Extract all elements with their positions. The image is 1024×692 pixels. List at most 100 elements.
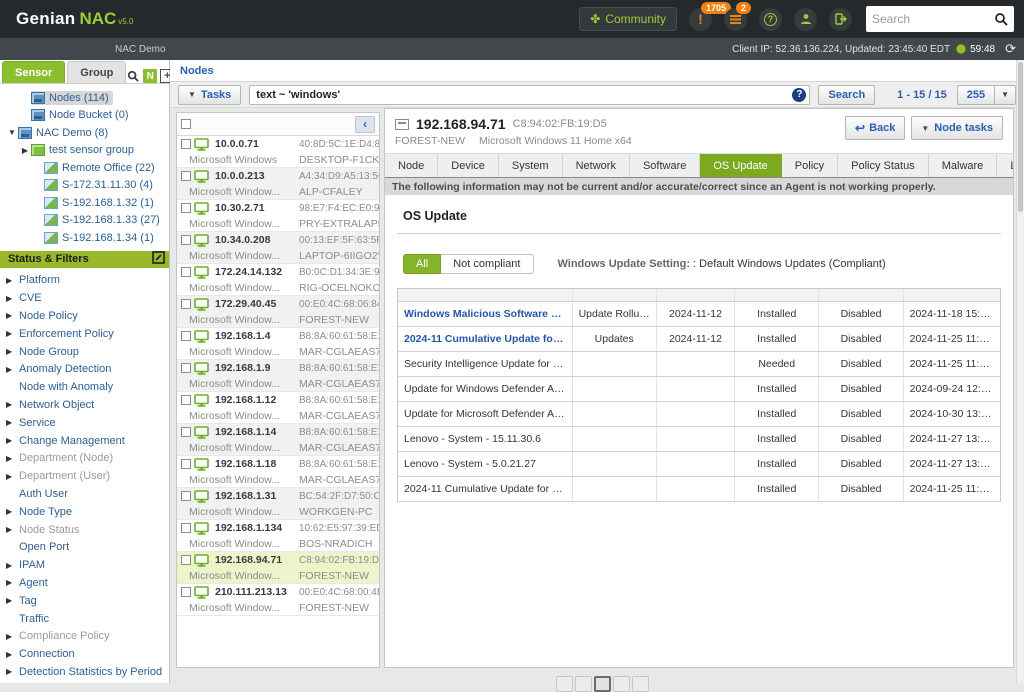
filter-item[interactable]: ▶ Auth User <box>0 485 169 503</box>
update-name[interactable]: 2024-11 Cumulative Update for Windows 1.… <box>398 477 573 501</box>
filter-item[interactable]: ▶ Node Type <box>0 503 169 521</box>
global-search-input[interactable] <box>872 12 994 26</box>
expand-icon[interactable]: ▶ <box>6 365 19 374</box>
table-column-header[interactable] <box>398 289 573 301</box>
detail-tab[interactable]: Node <box>385 154 438 177</box>
alerts-button[interactable]: ! 1705 <box>689 8 712 31</box>
table-column-header[interactable] <box>819 289 903 301</box>
pagination-last-button[interactable] <box>632 676 649 692</box>
filter-item[interactable]: ▶ Agent <box>0 574 169 592</box>
table-column-header[interactable] <box>904 289 1000 301</box>
row-checkbox[interactable] <box>181 235 191 245</box>
expand-icon[interactable]: ▶ <box>6 454 19 463</box>
help-button[interactable]: ? <box>759 8 782 31</box>
filter-item[interactable]: ▶ Open Port <box>0 538 169 556</box>
sensor-tree-item[interactable]: S-172.31.11.30 (4) <box>0 177 169 195</box>
filter-item[interactable]: ▶ Node with Anomaly <box>0 378 169 396</box>
table-row[interactable]: 2024-11 Cumulative Update for Windows 1.… <box>398 477 1000 502</box>
tasks-dropdown-button[interactable]: ▼ Tasks <box>178 85 241 105</box>
pagination-current-page[interactable] <box>594 676 611 692</box>
filter-item[interactable]: ▶ Node Policy <box>0 307 169 325</box>
expand-icon[interactable]: ▶ <box>6 294 19 303</box>
detail-tab[interactable]: OS Update <box>700 154 781 177</box>
filter-item[interactable]: ▶ Node Group <box>0 343 169 361</box>
expand-icon[interactable]: ▶ <box>6 578 19 587</box>
node-list-row[interactable]: 10.0.0.71 40:8D:5C:1E:D4:84 Microsoft Wi… <box>177 136 379 168</box>
detail-tab[interactable]: Device <box>438 154 499 177</box>
filter-item[interactable]: ▶ Anomaly Detection <box>0 360 169 378</box>
node-list-row[interactable]: 192.168.1.12 B8:8A:60:61:58:E1 Microsoft… <box>177 392 379 424</box>
expand-icon[interactable]: ▶ <box>6 472 19 481</box>
toggle-not-compliant-button[interactable]: Not compliant <box>441 254 533 274</box>
filters-edit-icon[interactable] <box>152 251 165 267</box>
filter-item[interactable]: ▶ Department (User) <box>0 467 169 485</box>
back-button[interactable]: ↩ Back <box>845 116 905 140</box>
search-icon[interactable] <box>994 12 1008 26</box>
row-checkbox[interactable] <box>181 523 191 533</box>
filter-item[interactable]: ▶ Change Management <box>0 432 169 450</box>
detail-tab[interactable]: Malware <box>929 154 998 177</box>
tree-expand-icon[interactable]: ▶ <box>19 146 31 155</box>
expand-icon[interactable]: ▶ <box>6 400 19 409</box>
row-checkbox[interactable] <box>181 427 191 437</box>
filter-item[interactable]: ▶ Node Status <box>0 521 169 539</box>
pagination-prev-button[interactable] <box>575 676 592 692</box>
node-filter-input[interactable] <box>249 85 810 105</box>
table-column-header[interactable] <box>573 289 657 301</box>
node-list-row[interactable]: 192.168.1.18 B8:8A:60:61:58:E1 Microsoft… <box>177 456 379 488</box>
row-checkbox[interactable] <box>181 395 191 405</box>
update-name[interactable]: 2024-11 Cumulative Update for .NET Fra..… <box>398 327 573 351</box>
node-list-row[interactable]: 172.29.40.45 00:E0:4C:68:06:84 Microsoft… <box>177 296 379 328</box>
row-checkbox[interactable] <box>181 171 191 181</box>
expand-icon[interactable]: ▶ <box>6 436 19 445</box>
row-checkbox[interactable] <box>181 555 191 565</box>
select-all-checkbox[interactable] <box>181 119 191 129</box>
row-checkbox[interactable] <box>181 203 191 213</box>
table-row[interactable]: Lenovo - System - 5.0.21.27 Installed Di… <box>398 452 1000 477</box>
table-row[interactable]: 2024-11 Cumulative Update for .NET Fra..… <box>398 327 1000 352</box>
filter-item[interactable]: ▶ Detection Statistics by Period <box>0 663 169 681</box>
row-checkbox[interactable] <box>181 331 191 341</box>
sensor-search-icon[interactable] <box>126 69 140 83</box>
vertical-scrollbar[interactable] <box>1016 60 1024 683</box>
user-account-button[interactable] <box>794 8 817 31</box>
node-list-row[interactable]: 192.168.1.31 BC:54:2F:D7:50:CD Microsoft… <box>177 488 379 520</box>
expand-icon[interactable]: ▶ <box>6 347 19 356</box>
detail-tab[interactable]: Logs <box>997 154 1014 177</box>
table-row[interactable]: Security Intelligence Update for Microso… <box>398 352 1000 377</box>
node-list-row[interactable]: 192.168.1.4 B8:8A:60:61:58:E1 Microsoft … <box>177 328 379 360</box>
detail-tab[interactable]: Policy Status <box>838 154 929 177</box>
table-row[interactable]: Lenovo - System - 15.11.30.6 Installed D… <box>398 427 1000 452</box>
row-checkbox[interactable] <box>181 299 191 309</box>
row-checkbox[interactable] <box>181 491 191 501</box>
expand-icon[interactable]: ▶ <box>6 418 19 427</box>
sidebar-tab[interactable]: Sensor <box>2 61 65 83</box>
node-list-row[interactable]: 192.168.1.9 B8:8A:60:61:58:E1 Microsoft … <box>177 360 379 392</box>
detail-tab[interactable]: Policy <box>782 154 838 177</box>
row-checkbox[interactable] <box>181 139 191 149</box>
refresh-icon[interactable]: ⟳ <box>1005 41 1016 57</box>
table-row[interactable]: Update for Windows Defender Antivirus an… <box>398 377 1000 402</box>
collapse-list-button[interactable]: ‹ <box>355 116 375 133</box>
logout-button[interactable] <box>829 8 852 31</box>
sensor-tree-item[interactable]: S-192.168.1.32 (1) <box>0 194 169 212</box>
sensor-tree-item[interactable]: Nodes (114) <box>0 89 169 107</box>
expand-icon[interactable]: ▶ <box>6 632 19 641</box>
table-row[interactable]: Update for Microsoft Defender Antivirus … <box>398 402 1000 427</box>
sensor-tree-item[interactable]: ▶ test sensor group <box>0 142 169 160</box>
node-tasks-button[interactable]: ▼ Node tasks <box>911 116 1003 140</box>
update-name[interactable]: Lenovo - System - 5.0.21.27 <box>398 452 573 476</box>
update-name[interactable]: Update for Windows Defender Antivirus an… <box>398 377 573 401</box>
detail-tab[interactable]: System <box>499 154 563 177</box>
table-row[interactable]: Windows Malicious Software Removal T... … <box>398 302 1000 327</box>
filter-item[interactable]: ▶ Network Object <box>0 396 169 414</box>
expand-icon[interactable]: ▶ <box>6 507 19 516</box>
expand-icon[interactable]: ▶ <box>6 329 19 338</box>
tasks-notification-button[interactable]: 2 <box>724 8 747 31</box>
sensor-tree-item[interactable]: S-192.168.1.33 (27) <box>0 212 169 230</box>
new-node-icon[interactable]: N <box>143 69 157 83</box>
filter-item[interactable]: ▶ Service <box>0 414 169 432</box>
tree-expand-icon[interactable]: ▼ <box>6 128 18 137</box>
update-name[interactable]: Windows Malicious Software Removal T... <box>398 302 573 326</box>
expand-icon[interactable]: ▶ <box>6 561 19 570</box>
